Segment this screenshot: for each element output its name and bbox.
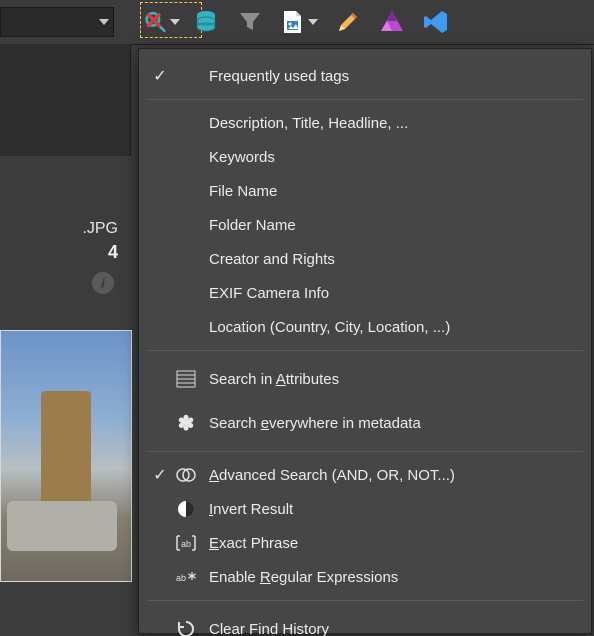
menu-separator [147, 99, 583, 100]
document-image-icon [281, 9, 305, 35]
thumbnail-image[interactable] [0, 330, 132, 582]
exact-phrase-icon: ab [175, 535, 197, 551]
menu-item-exif[interactable]: EXIF Camera Info [139, 276, 591, 310]
menu-item-search-everywhere[interactable]: ✽ Search everywhere in metadata [139, 401, 591, 445]
menu-label: EXIF Camera Info [201, 285, 577, 302]
svg-text:ab: ab [181, 539, 191, 549]
menu-label: Search everywhere in metadata [201, 415, 577, 432]
chevron-down-icon [308, 19, 318, 25]
menu-item-foldername[interactable]: Folder Name [139, 208, 591, 242]
menu-label: Folder Name [201, 217, 577, 234]
panel-header-strip [0, 44, 131, 156]
database-button[interactable] [188, 4, 224, 40]
menu-item-invert-result[interactable]: Invert Result [139, 492, 591, 526]
half-circle-icon [177, 500, 195, 518]
menu-item-regex[interactable]: ab Enable Regular Expressions [139, 560, 591, 594]
menu-label: Frequently used tags [201, 68, 577, 85]
chevron-down-icon [99, 19, 109, 25]
table-icon [176, 370, 196, 388]
search-input[interactable] [0, 7, 114, 37]
svg-text:ab: ab [176, 573, 186, 583]
undo-icon [176, 619, 196, 636]
open-with-button[interactable] [276, 4, 322, 40]
menu-separator [147, 350, 583, 351]
menu-label: Creator and Rights [201, 251, 577, 268]
toolbar [0, 0, 594, 45]
menu-item-search-attributes[interactable]: Search in Attributes [139, 357, 591, 401]
menu-item-advanced-search[interactable]: ✓ Advanced Search (AND, OR, NOT...) [139, 458, 591, 492]
menu-item-exact-phrase[interactable]: ab Exact Phrase [139, 526, 591, 560]
menu-item-location[interactable]: Location (Country, City, Location, ...) [139, 310, 591, 344]
asterisk-icon: ✽ [178, 411, 195, 436]
menu-item-keywords[interactable]: Keywords [139, 140, 591, 174]
chevron-down-icon [170, 19, 180, 25]
database-icon [193, 9, 219, 35]
menu-label: Search in Attributes [201, 371, 577, 388]
vscode-icon [423, 9, 449, 35]
menu-item-frequent-tags[interactable]: ✓ Frequently used tags [139, 59, 591, 93]
menu-separator [147, 600, 583, 601]
regex-icon: ab [175, 569, 197, 585]
menu-label: Enable Regular Expressions [201, 569, 577, 586]
search-options-menu: ✓ Frequently used tags Description, Titl… [138, 48, 592, 634]
affinity-button[interactable] [374, 4, 410, 40]
edit-button[interactable] [330, 4, 366, 40]
funnel-icon [237, 9, 263, 35]
menu-label: Exact Phrase [201, 535, 577, 552]
info-icon[interactable]: i [92, 272, 114, 294]
menu-label: Description, Title, Headline, ... [201, 115, 577, 132]
left-panel: .JPG 4 i [0, 44, 130, 636]
clear-search-button[interactable] [144, 4, 180, 40]
menu-label: Advanced Search (AND, OR, NOT...) [201, 467, 577, 484]
menu-item-filename[interactable]: File Name [139, 174, 591, 208]
filter-button[interactable] [232, 4, 268, 40]
menu-label: File Name [201, 183, 577, 200]
check-icon: ✓ [153, 465, 166, 485]
menu-label: Clear Find History [201, 621, 577, 636]
menu-item-description[interactable]: Description, Title, Headline, ... [139, 106, 591, 140]
menu-label: Invert Result [201, 501, 577, 518]
file-count-label: 4 [108, 242, 118, 263]
menu-label: Keywords [201, 149, 577, 166]
menu-item-clear-history[interactable]: Clear Find History [139, 607, 591, 636]
file-extension-label: .JPG [82, 220, 118, 238]
vscode-button[interactable] [418, 4, 454, 40]
app-root: .JPG 4 i ✓ Frequently used tags Descript… [0, 0, 594, 636]
menu-item-creator[interactable]: Creator and Rights [139, 242, 591, 276]
menu-separator [147, 451, 583, 452]
menu-label: Location (Country, City, Location, ...) [201, 319, 577, 336]
venn-icon [176, 465, 196, 485]
check-icon: ✓ [153, 66, 166, 86]
pencil-icon [335, 9, 361, 35]
clear-search-icon [144, 9, 167, 35]
affinity-icon [379, 9, 405, 35]
